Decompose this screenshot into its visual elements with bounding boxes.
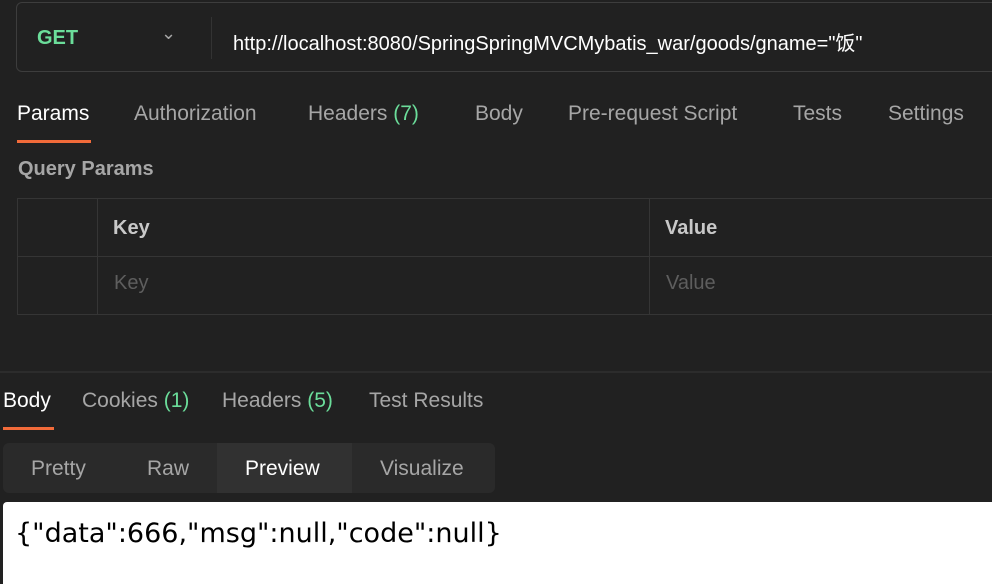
active-tab-underline xyxy=(3,427,54,430)
row-divider xyxy=(18,256,992,257)
tab-params[interactable]: Params xyxy=(17,102,89,126)
tab-body[interactable]: Body xyxy=(475,102,523,126)
divider xyxy=(211,17,212,59)
view-visualize[interactable]: Visualize xyxy=(380,457,464,481)
value-header: Value xyxy=(665,217,718,239)
response-tab-body[interactable]: Body xyxy=(3,389,51,413)
tab-settings[interactable]: Settings xyxy=(888,102,964,126)
tab-label: Headers xyxy=(222,389,302,412)
tab-pre-request-script[interactable]: Pre-request Script xyxy=(568,102,737,126)
tab-label: Headers xyxy=(308,102,388,125)
url-input[interactable]: http://localhost:8080/SpringSpringMVCMyb… xyxy=(233,27,863,56)
response-tab-cookies[interactable]: Cookies (1) xyxy=(82,389,189,413)
tab-tests[interactable]: Tests xyxy=(793,102,842,126)
cookies-count: (1) xyxy=(163,389,190,412)
query-params-table: Key Value Key Value xyxy=(17,198,992,315)
query-params-title: Query Params xyxy=(18,158,154,180)
response-body-text: {"data":666,"msg":null,"code":null} xyxy=(15,518,502,549)
active-tab-underline xyxy=(17,140,91,143)
key-input[interactable]: Key xyxy=(114,272,148,295)
method-select[interactable]: GET xyxy=(37,27,78,50)
headers-count: (7) xyxy=(393,102,419,125)
value-input[interactable]: Value xyxy=(666,272,716,295)
view-raw[interactable]: Raw xyxy=(147,457,189,481)
chevron-down-icon[interactable]: ⌄ xyxy=(161,23,176,44)
response-tab-test-results[interactable]: Test Results xyxy=(369,389,483,413)
view-pretty[interactable]: Pretty xyxy=(31,457,86,481)
pane-divider[interactable] xyxy=(0,371,992,373)
url-bar: GET ⌄ http://localhost:8080/SpringSpring… xyxy=(16,2,992,72)
view-preview[interactable]: Preview xyxy=(245,457,320,481)
key-header: Key xyxy=(113,217,150,239)
tab-authorization[interactable]: Authorization xyxy=(134,102,257,126)
tab-label: Cookies xyxy=(82,389,158,412)
tab-headers[interactable]: Headers (7) xyxy=(308,102,419,126)
response-tab-headers[interactable]: Headers (5) xyxy=(222,389,333,413)
headers-count: (5) xyxy=(307,389,333,412)
